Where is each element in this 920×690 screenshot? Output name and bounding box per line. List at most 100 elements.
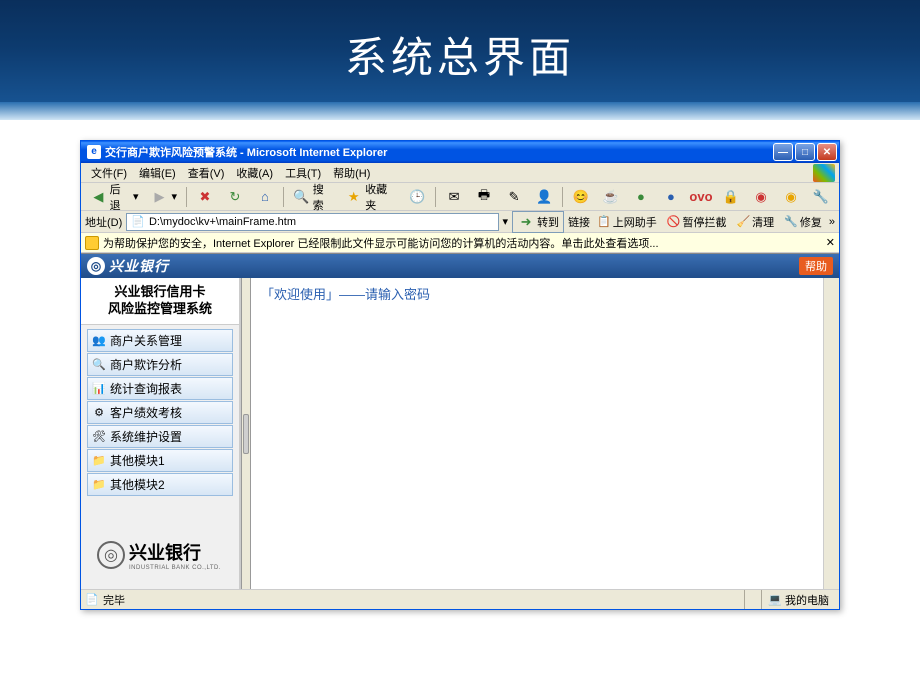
refresh-button[interactable]: ↻	[221, 185, 249, 209]
sidebar-item-2[interactable]: 📊统计查询报表	[87, 377, 233, 400]
page-icon: 📄	[131, 215, 145, 228]
chevron-down-icon: ▾	[171, 190, 177, 203]
mail-button[interactable]: ✉	[440, 185, 468, 209]
address-input[interactable]: 📄 D:\mydoc\kv+\mainFrame.htm	[126, 213, 498, 231]
link-assist[interactable]: 📋上网助手	[594, 214, 660, 230]
content-area: 「欢迎使用」——请输入密码	[251, 278, 839, 589]
status-cell	[744, 590, 757, 609]
ext-icon: 😊	[572, 188, 590, 206]
footer-bank-sub: INDUSTRIAL BANK CO.,LTD.	[129, 565, 221, 571]
ext-icon: 🔧	[812, 188, 830, 206]
toolbar: ◀ 后退 ▾ ▶▾ ✖ ↻ ⌂ 🔍搜索 ★收藏夹 🕒 ✉ 🖶 ✎ 👤 😊 ☕ ●…	[81, 183, 839, 211]
ie-window: e 交行商户欺诈风险预警系统 - Microsoft Internet Expl…	[80, 140, 840, 610]
sidebar-item-1[interactable]: 🔍 商户欺诈分析	[87, 353, 233, 376]
home-button[interactable]: ⌂	[251, 185, 279, 209]
link-repair[interactable]: 🔧修复	[781, 214, 825, 230]
splitter[interactable]	[241, 278, 251, 589]
sidebar-item-3[interactable]: ⚙客户绩效考核	[87, 401, 233, 424]
forward-button[interactable]: ▶▾	[145, 185, 182, 209]
menu-item-icon: 🔍	[92, 357, 106, 371]
search-icon: 🔍	[293, 188, 310, 206]
menu-item-icon: 📁	[92, 453, 106, 467]
ext-icon: ●	[662, 188, 680, 206]
ext-icon-8[interactable]: ◉	[777, 185, 805, 209]
ext-icon-1[interactable]: 😊	[567, 185, 595, 209]
separator	[283, 187, 284, 207]
sidebar-item-5[interactable]: 📁 其他模块1	[87, 449, 233, 472]
clean-icon: 🧹	[736, 215, 750, 228]
help-button[interactable]: 帮助	[799, 257, 833, 275]
msn-icon: 👤	[535, 188, 553, 206]
security-infobar[interactable]: 为帮助保护您的安全，Internet Explorer 已经限制此文件显示可能访…	[81, 233, 839, 253]
app-body: 兴业银行信用卡 风险监控管理系统 👥商户关系管理 🔍 商户欺诈分析 📊统计查询报表⚙客…	[81, 278, 839, 589]
sidebar-item-4[interactable]: 🛠系统维护设置	[87, 425, 233, 448]
window-title: 交行商户欺诈风险预警系统 - Microsoft Internet Explor…	[105, 144, 387, 160]
ext-icon: ovo	[692, 188, 710, 206]
ext-icon-9[interactable]: 🔧	[807, 185, 835, 209]
msn-button[interactable]: 👤	[530, 185, 558, 209]
sidebar-title: 兴业银行信用卡 风险监控管理系统	[81, 278, 239, 325]
menu-view[interactable]: 查看(V)	[182, 163, 231, 183]
print-icon: 🖶	[475, 188, 493, 206]
ext-icon-3[interactable]: ●	[627, 185, 655, 209]
favorites-button[interactable]: ★收藏夹	[340, 178, 401, 216]
shield-icon	[85, 236, 99, 250]
windows-logo-icon	[813, 164, 835, 182]
links-expand[interactable]: »	[829, 216, 835, 228]
menu-item-label: 商户欺诈分析	[110, 356, 182, 373]
history-button[interactable]: 🕒	[403, 185, 431, 209]
footer-bank-name: 兴业银行	[129, 539, 221, 565]
stop-icon: ✖	[196, 188, 214, 206]
app-header: ◎ 兴业银行 帮助	[81, 254, 839, 278]
ext-icon-7[interactable]: ◉	[747, 185, 775, 209]
ext-icon-4[interactable]: ●	[657, 185, 685, 209]
infobar-close[interactable]: ✕	[826, 236, 835, 249]
link-clean[interactable]: 🧹清理	[733, 214, 777, 230]
bank-logo-large-icon: ◎	[97, 541, 125, 569]
welcome-text: 「欢迎使用」——请输入密码	[261, 287, 430, 302]
menu-item-icon: 👥	[92, 333, 106, 347]
forward-arrow-icon: ▶	[150, 188, 168, 206]
print-button[interactable]: 🖶	[470, 185, 498, 209]
ext-icon-6[interactable]: 🔒	[717, 185, 745, 209]
sidebar-item-0[interactable]: 👥商户关系管理	[87, 329, 233, 352]
close-button[interactable]: ✕	[817, 143, 837, 161]
stop-button[interactable]: ✖	[191, 185, 219, 209]
link-pause[interactable]: 🚫暂停拦截	[664, 214, 730, 230]
address-dropdown[interactable]: ▾	[503, 215, 509, 228]
edit-button[interactable]: ✎	[500, 185, 528, 209]
sidebar: 兴业银行信用卡 风险监控管理系统 👥商户关系管理 🔍 商户欺诈分析 📊统计查询报表⚙客…	[81, 278, 241, 589]
bank-footer: ◎ 兴业银行 INDUSTRIAL BANK CO.,LTD.	[97, 539, 221, 571]
menu-item-icon: 🛠	[92, 429, 106, 443]
menu-item-label: 其他模块1	[110, 452, 165, 469]
menu-item-icon: 📁	[92, 477, 106, 491]
home-icon: ⌂	[256, 188, 274, 206]
search-button[interactable]: 🔍搜索	[288, 178, 338, 216]
menu-list: 👥商户关系管理🔍商户欺诈分析📊统计查询报表⚙客户绩效考核🛠系统维护设置📁其他模块…	[81, 325, 239, 501]
search-label: 搜索	[313, 181, 334, 213]
go-button[interactable]: ➜转到	[512, 211, 564, 233]
ext-icon-2[interactable]: ☕	[597, 185, 625, 209]
address-label: 地址(D)	[85, 214, 122, 230]
sidebar-title-line1: 兴业银行信用卡	[85, 284, 235, 301]
done-icon: 📄	[85, 593, 99, 607]
address-value: D:\mydoc\kv+\mainFrame.htm	[149, 216, 296, 228]
menubar: 文件(F) 编辑(E) 查看(V) 收藏(A) 工具(T) 帮助(H)	[81, 163, 839, 183]
status-text: 完毕	[103, 592, 125, 608]
repair-icon: 🔧	[784, 215, 798, 228]
favorites-label: 收藏夹	[365, 181, 396, 213]
mail-icon: ✉	[445, 188, 463, 206]
titlebar[interactable]: e 交行商户欺诈风险预警系统 - Microsoft Internet Expl…	[81, 141, 839, 163]
menu-item-icon: ⚙	[92, 405, 106, 419]
ext-icon-5[interactable]: ovo	[687, 185, 715, 209]
addressbar: 地址(D) 📄 D:\mydoc\kv+\mainFrame.htm ▾ ➜转到…	[81, 211, 839, 233]
go-icon: ➜	[517, 213, 535, 231]
scrollbar[interactable]	[823, 278, 839, 589]
maximize-button[interactable]: □	[795, 143, 815, 161]
back-button[interactable]: ◀ 后退 ▾	[85, 178, 143, 216]
menu-favorites[interactable]: 收藏(A)	[230, 163, 279, 183]
back-label: 后退	[110, 181, 130, 213]
minimize-button[interactable]: —	[773, 143, 793, 161]
statusbar: 📄 完毕 💻 我的电脑	[81, 589, 839, 609]
sidebar-item-6[interactable]: 📁其他模块2	[87, 473, 233, 496]
